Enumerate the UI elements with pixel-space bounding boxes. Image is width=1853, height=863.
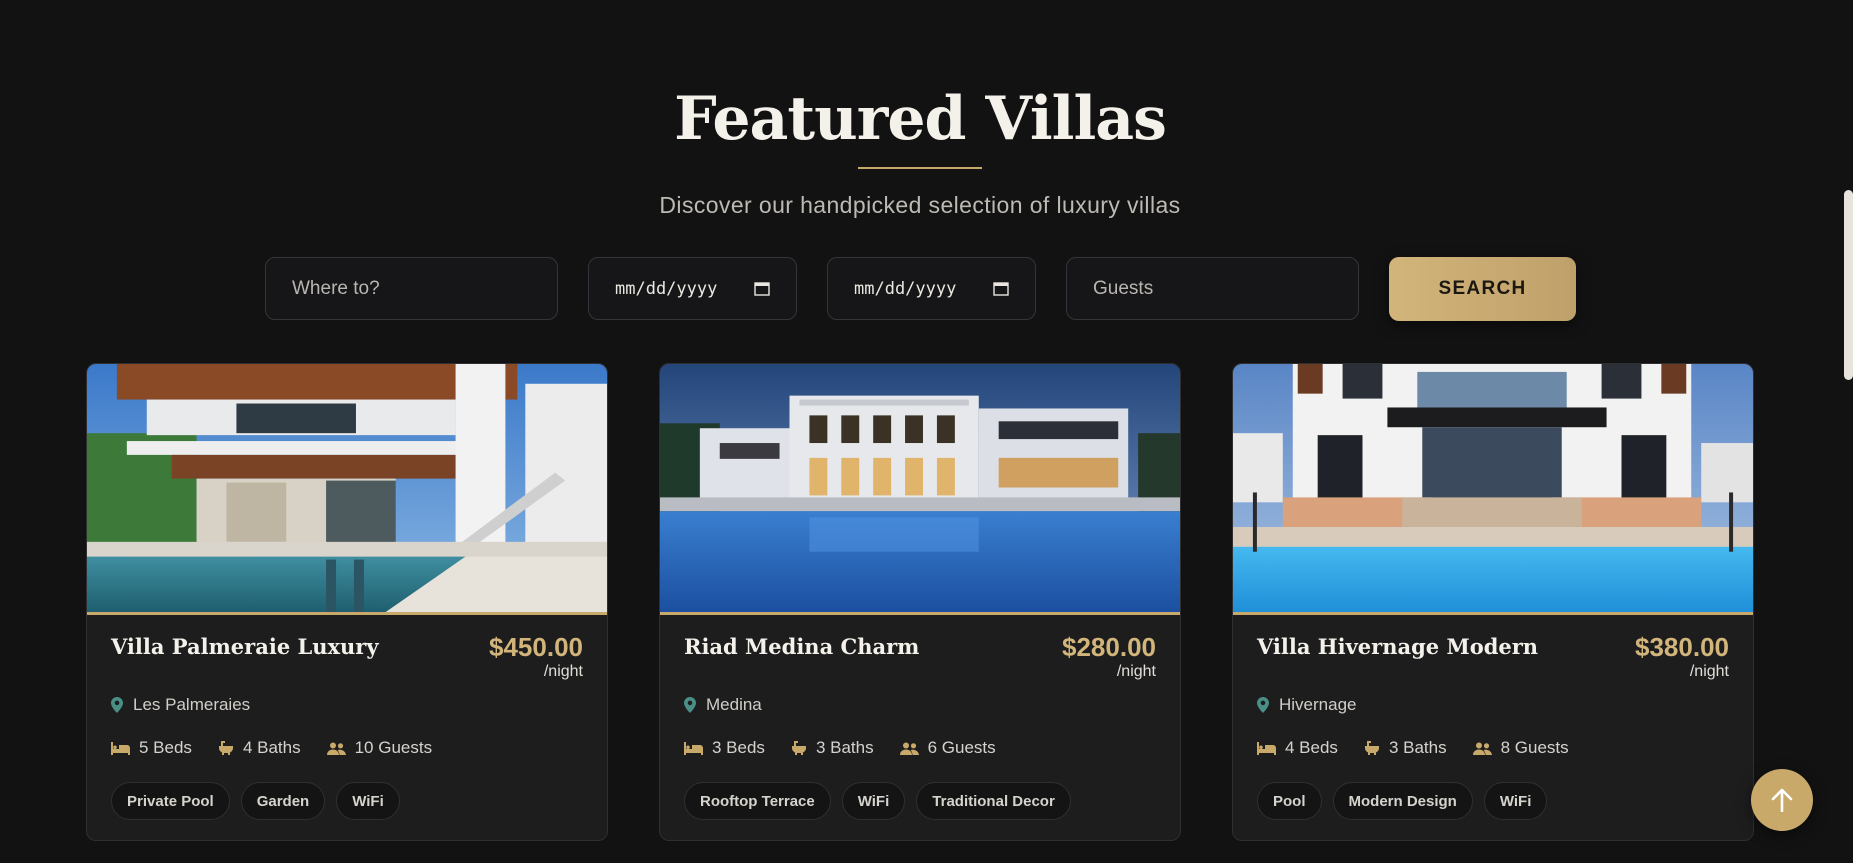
checkin-value: mm/dd/yyyy bbox=[615, 278, 718, 299]
amenity-tag: Private Pool bbox=[111, 782, 230, 820]
amenity-tag: WiFi bbox=[841, 782, 906, 820]
guests-placeholder: Guests bbox=[1093, 277, 1154, 299]
amenity-tag: Garden bbox=[240, 782, 326, 820]
destination-input[interactable]: Where to? bbox=[265, 257, 558, 320]
villa-specs: 4 Beds 3 Baths 8 Guests bbox=[1257, 738, 1595, 758]
calendar-icon[interactable] bbox=[754, 281, 770, 296]
page-title: Featured Villas bbox=[674, 84, 1167, 154]
map-pin-icon bbox=[1257, 697, 1269, 713]
amenity-tag: Traditional Decor bbox=[916, 782, 1071, 820]
baths-spec: 3 Baths bbox=[791, 738, 874, 758]
amenity-tag: WiFi bbox=[336, 782, 400, 820]
bathtub-icon bbox=[218, 741, 233, 755]
villa-name[interactable]: Riad Medina Charm bbox=[684, 634, 919, 659]
beds-spec: 3 Beds bbox=[684, 738, 765, 758]
checkout-value: mm/dd/yyyy bbox=[854, 278, 957, 299]
map-pin-icon bbox=[111, 697, 123, 713]
beds-spec: 5 Beds bbox=[111, 738, 192, 758]
page-subtitle: Discover our handpicked selection of lux… bbox=[659, 192, 1181, 218]
baths-label: 3 Baths bbox=[1388, 738, 1447, 757]
map-pin-icon bbox=[684, 697, 696, 713]
bed-icon bbox=[111, 741, 130, 755]
location-label: Medina bbox=[706, 695, 762, 714]
guests-label: 6 Guests bbox=[927, 738, 996, 757]
scrollbar-thumb[interactable] bbox=[1844, 190, 1853, 380]
location-label: Les Palmeraies bbox=[133, 695, 251, 714]
villa-card[interactable]: Villa Palmeraie Luxury $450.00 /night Le… bbox=[86, 363, 608, 841]
villa-image[interactable] bbox=[1233, 364, 1753, 615]
users-icon bbox=[1472, 742, 1492, 755]
beds-label: 5 Beds bbox=[139, 738, 192, 757]
villa-price: $450.00 bbox=[489, 632, 583, 662]
bed-icon bbox=[684, 741, 703, 755]
guests-spec: 6 Guests bbox=[899, 738, 996, 758]
villa-name[interactable]: Villa Hivernage Modern bbox=[1257, 634, 1538, 659]
title-underline bbox=[858, 167, 982, 169]
calendar-icon[interactable] bbox=[993, 281, 1009, 296]
guests-spec: 10 Guests bbox=[326, 738, 433, 758]
villa-name[interactable]: Villa Palmeraie Luxury bbox=[111, 634, 379, 659]
amenity-tag: WiFi bbox=[1483, 782, 1548, 820]
arrow-up-icon bbox=[1771, 788, 1793, 812]
villa-image[interactable] bbox=[660, 364, 1180, 615]
users-icon bbox=[899, 742, 919, 755]
users-icon bbox=[326, 742, 346, 755]
baths-spec: 3 Baths bbox=[1364, 738, 1447, 758]
villa-price: $380.00 bbox=[1635, 632, 1729, 662]
amenity-tag: Pool bbox=[1257, 782, 1322, 820]
villa-card[interactable]: Riad Medina Charm $280.00 /night Medina … bbox=[659, 363, 1181, 841]
bed-icon bbox=[1257, 741, 1276, 755]
location-label: Hivernage bbox=[1279, 695, 1357, 714]
beds-label: 4 Beds bbox=[1285, 738, 1338, 757]
villa-price: $280.00 bbox=[1062, 632, 1156, 662]
beds-spec: 4 Beds bbox=[1257, 738, 1338, 758]
amenity-tags: Pool Modern Design WiFi bbox=[1257, 782, 1548, 820]
checkin-date-input[interactable]: mm/dd/yyyy bbox=[588, 257, 797, 320]
amenity-tags: Private Pool Garden WiFi bbox=[111, 782, 400, 820]
villa-specs: 5 Beds 4 Baths 10 Guests bbox=[111, 738, 458, 758]
search-button[interactable]: SEARCH bbox=[1389, 257, 1576, 321]
guests-input[interactable]: Guests bbox=[1066, 257, 1359, 320]
checkout-date-input[interactable]: mm/dd/yyyy bbox=[827, 257, 1036, 320]
villa-image[interactable] bbox=[87, 364, 607, 615]
price-unit: /night bbox=[1689, 663, 1729, 680]
guests-label: 10 Guests bbox=[354, 738, 433, 757]
scroll-to-top-button[interactable] bbox=[1751, 769, 1813, 831]
baths-spec: 4 Baths bbox=[218, 738, 301, 758]
guests-label: 8 Guests bbox=[1500, 738, 1569, 757]
destination-placeholder: Where to? bbox=[292, 277, 380, 299]
guests-spec: 8 Guests bbox=[1472, 738, 1569, 758]
bathtub-icon bbox=[1364, 741, 1379, 755]
amenity-tags: Rooftop Terrace WiFi Traditional Decor bbox=[684, 782, 1071, 820]
baths-label: 3 Baths bbox=[815, 738, 874, 757]
baths-label: 4 Baths bbox=[242, 738, 301, 757]
villa-location: Medina bbox=[684, 695, 762, 715]
beds-label: 3 Beds bbox=[712, 738, 765, 757]
amenity-tag: Modern Design bbox=[1332, 782, 1473, 820]
villa-card[interactable]: Villa Hivernage Modern $380.00 /night Hi… bbox=[1232, 363, 1754, 841]
villa-location: Hivernage bbox=[1257, 695, 1357, 715]
price-unit: /night bbox=[543, 663, 583, 680]
amenity-tag: Rooftop Terrace bbox=[684, 782, 831, 820]
villa-specs: 3 Beds 3 Baths 6 Guests bbox=[684, 738, 1022, 758]
price-unit: /night bbox=[1116, 663, 1156, 680]
villa-location: Les Palmeraies bbox=[111, 695, 250, 715]
bathtub-icon bbox=[791, 741, 806, 755]
